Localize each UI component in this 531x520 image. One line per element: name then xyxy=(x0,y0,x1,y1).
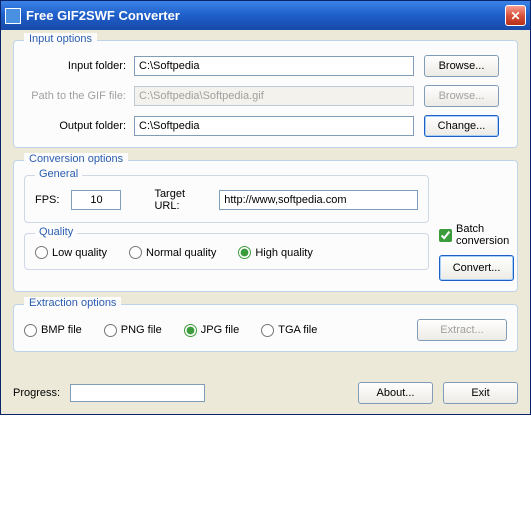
input-folder-field[interactable] xyxy=(134,56,414,76)
normal-quality-radio[interactable] xyxy=(129,246,142,259)
input-options-legend: Input options xyxy=(24,33,97,45)
bmp-option[interactable]: BMP file xyxy=(24,324,82,337)
low-quality-label: Low quality xyxy=(52,247,107,259)
extraction-row: BMP file PNG file JPG file TGA file Extr… xyxy=(24,319,507,341)
browse-input-button[interactable]: Browse... xyxy=(424,55,499,77)
gif-path-field xyxy=(134,86,414,106)
batch-label: Batch conversion xyxy=(456,223,514,247)
browse-gif-button: Browse... xyxy=(424,85,499,107)
quality-subgroup: Quality Low quality Normal quality xyxy=(24,233,429,270)
close-button[interactable]: ✕ xyxy=(505,5,526,26)
output-folder-row: Output folder: Change... xyxy=(24,115,507,137)
conversion-row: General FPS: Target URL: Quality xyxy=(24,175,507,281)
output-folder-field[interactable] xyxy=(134,116,414,136)
jpg-radio[interactable] xyxy=(184,324,197,337)
app-icon xyxy=(5,8,21,24)
input-folder-label: Input folder: xyxy=(24,60,134,72)
extraction-options-legend: Extraction options xyxy=(24,297,121,309)
url-field[interactable] xyxy=(219,190,418,210)
gif-path-label: Path to the GIF file: xyxy=(24,90,134,102)
normal-quality-option[interactable]: Normal quality xyxy=(129,246,216,259)
batch-checkbox[interactable] xyxy=(439,229,452,242)
high-quality-radio[interactable] xyxy=(238,246,251,259)
conversion-left: General FPS: Target URL: Quality xyxy=(24,175,429,280)
batch-conversion-option[interactable]: Batch conversion xyxy=(439,223,514,247)
content-area: Input options Input folder: Browse... Pa… xyxy=(1,30,530,376)
about-button[interactable]: About... xyxy=(358,382,433,404)
url-label: Target URL: xyxy=(154,188,207,212)
input-folder-row: Input folder: Browse... xyxy=(24,55,507,77)
tga-label: TGA file xyxy=(278,324,317,336)
general-legend: General xyxy=(35,168,82,180)
change-button[interactable]: Change... xyxy=(424,115,499,137)
gif-path-row: Path to the GIF file: Browse... xyxy=(24,85,507,107)
extract-button: Extract... xyxy=(417,319,507,341)
fps-field[interactable] xyxy=(71,190,121,210)
app-window: Free GIF2SWF Converter ✕ Input options I… xyxy=(0,0,531,415)
jpg-option[interactable]: JPG file xyxy=(184,324,240,337)
tga-radio[interactable] xyxy=(261,324,274,337)
high-quality-option[interactable]: High quality xyxy=(238,246,312,259)
progress-label: Progress: xyxy=(13,387,60,399)
general-subgroup: General FPS: Target URL: xyxy=(24,175,429,223)
high-quality-label: High quality xyxy=(255,247,312,259)
conversion-options-legend: Conversion options xyxy=(24,153,128,165)
fps-label: FPS: xyxy=(35,194,59,206)
progress-bar xyxy=(70,384,205,402)
normal-quality-label: Normal quality xyxy=(146,247,216,259)
bmp-radio[interactable] xyxy=(24,324,37,337)
titlebar[interactable]: Free GIF2SWF Converter ✕ xyxy=(1,1,530,30)
exit-button[interactable]: Exit xyxy=(443,382,518,404)
png-radio[interactable] xyxy=(104,324,117,337)
extraction-options-group: Extraction options BMP file PNG file JPG… xyxy=(13,304,518,352)
tga-option[interactable]: TGA file xyxy=(261,324,317,337)
convert-button[interactable]: Convert... xyxy=(439,255,514,281)
extract-button-wrap: Extract... xyxy=(417,319,507,341)
conversion-options-group: Conversion options General FPS: Target U… xyxy=(13,160,518,292)
bmp-label: BMP file xyxy=(41,324,82,336)
jpg-label: JPG file xyxy=(201,324,240,336)
window-title: Free GIF2SWF Converter xyxy=(26,8,505,23)
quality-radios: Low quality Normal quality High quality xyxy=(35,246,418,259)
general-row: FPS: Target URL: xyxy=(35,188,418,212)
quality-legend: Quality xyxy=(35,226,77,238)
png-label: PNG file xyxy=(121,324,162,336)
conversion-right: Batch conversion Convert... xyxy=(439,175,514,281)
close-icon: ✕ xyxy=(510,9,520,23)
low-quality-option[interactable]: Low quality xyxy=(35,246,107,259)
footer: Progress: About... Exit xyxy=(1,376,530,414)
low-quality-radio[interactable] xyxy=(35,246,48,259)
output-folder-label: Output folder: xyxy=(24,120,134,132)
png-option[interactable]: PNG file xyxy=(104,324,162,337)
input-options-group: Input options Input folder: Browse... Pa… xyxy=(13,40,518,148)
